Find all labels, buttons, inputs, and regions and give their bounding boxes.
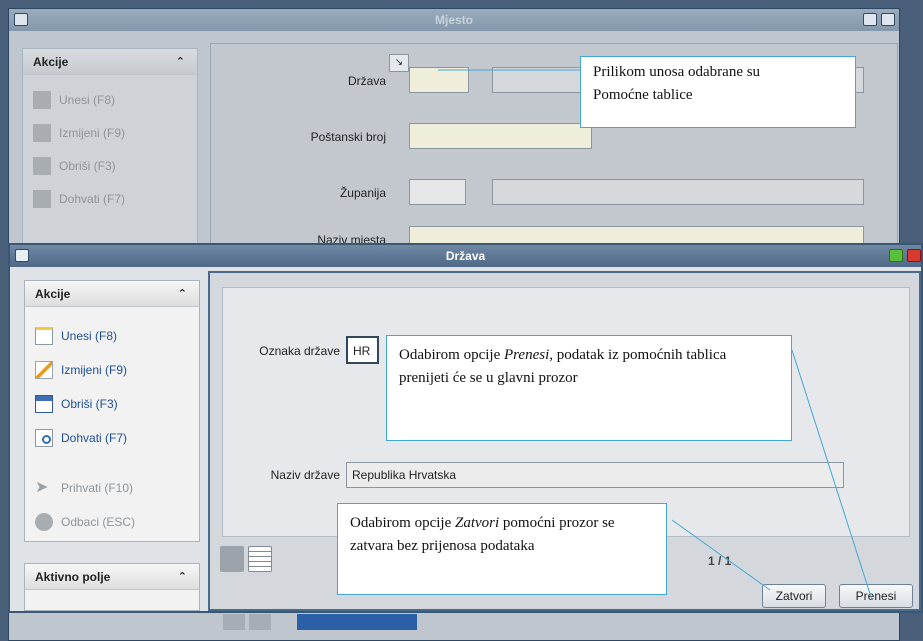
folder-icon[interactable] — [220, 546, 244, 572]
drzava-izmijeni-action[interactable]: Izmijeni (F9) — [35, 359, 127, 381]
record-nav-toolbar — [220, 546, 280, 574]
aktivno-polje-panel: Aktivno polje ⌃ — [24, 563, 200, 611]
collapse-icon[interactable]: ⌃ — [178, 281, 187, 307]
prenesi-button[interactable]: Prenesi — [839, 584, 913, 608]
drzava-prihvati-action[interactable]: ➤ Prihvati (F10) — [35, 477, 133, 499]
close-icon[interactable] — [907, 249, 921, 262]
zatvori-button[interactable]: Zatvori — [762, 584, 826, 608]
new-document-icon — [35, 327, 53, 345]
drzava-actions-header[interactable]: Akcije ⌃ — [25, 281, 199, 307]
edit-pencil-icon — [35, 361, 53, 379]
callout-pomocne-tablice: Prilikom unosa odabrane su Pomoćne tabli… — [580, 56, 856, 128]
delete-icon — [35, 395, 53, 413]
drzava-obrisi-action[interactable]: Obriši (F3) — [35, 393, 118, 415]
drzava-dohvati-action[interactable]: Dohvati (F7) — [35, 427, 127, 449]
search-icon — [35, 429, 53, 447]
collapse-icon[interactable]: ⌃ — [178, 564, 187, 590]
naziv-drzave-label: Naziv države — [270, 468, 340, 482]
naziv-drzave-field[interactable]: Republika Hrvatska — [346, 462, 844, 488]
callout-zatvori: Odabirom opcije Zatvori pomoćni prozor s… — [337, 503, 667, 595]
record-counter: 1 / 1 — [708, 554, 732, 568]
callout-prenesi: Odabirom opcije Prenesi, podatak iz pomo… — [386, 335, 792, 441]
drzava-actions-panel: Akcije ⌃ Unesi (F8) Izmijeni (F9) Obriši… — [24, 280, 200, 542]
maximize-icon[interactable] — [889, 249, 903, 262]
drzava-title-bar: Država — [10, 245, 921, 267]
drzava-odbaci-action[interactable]: Odbaci (ESC) — [35, 511, 135, 533]
list-icon[interactable] — [248, 546, 272, 572]
window-menu-icon[interactable] — [15, 249, 29, 262]
oznaka-drzave-field[interactable]: HR — [346, 336, 379, 364]
drzava-title: Država — [445, 249, 486, 263]
cancel-icon — [35, 513, 53, 531]
aktivno-polje-header[interactable]: Aktivno polje ⌃ — [25, 564, 199, 590]
accept-arrow-icon: ➤ — [35, 479, 49, 496]
oznaka-drzave-label: Oznaka države — [259, 344, 340, 358]
drzava-unesi-action[interactable]: Unesi (F8) — [35, 325, 117, 347]
